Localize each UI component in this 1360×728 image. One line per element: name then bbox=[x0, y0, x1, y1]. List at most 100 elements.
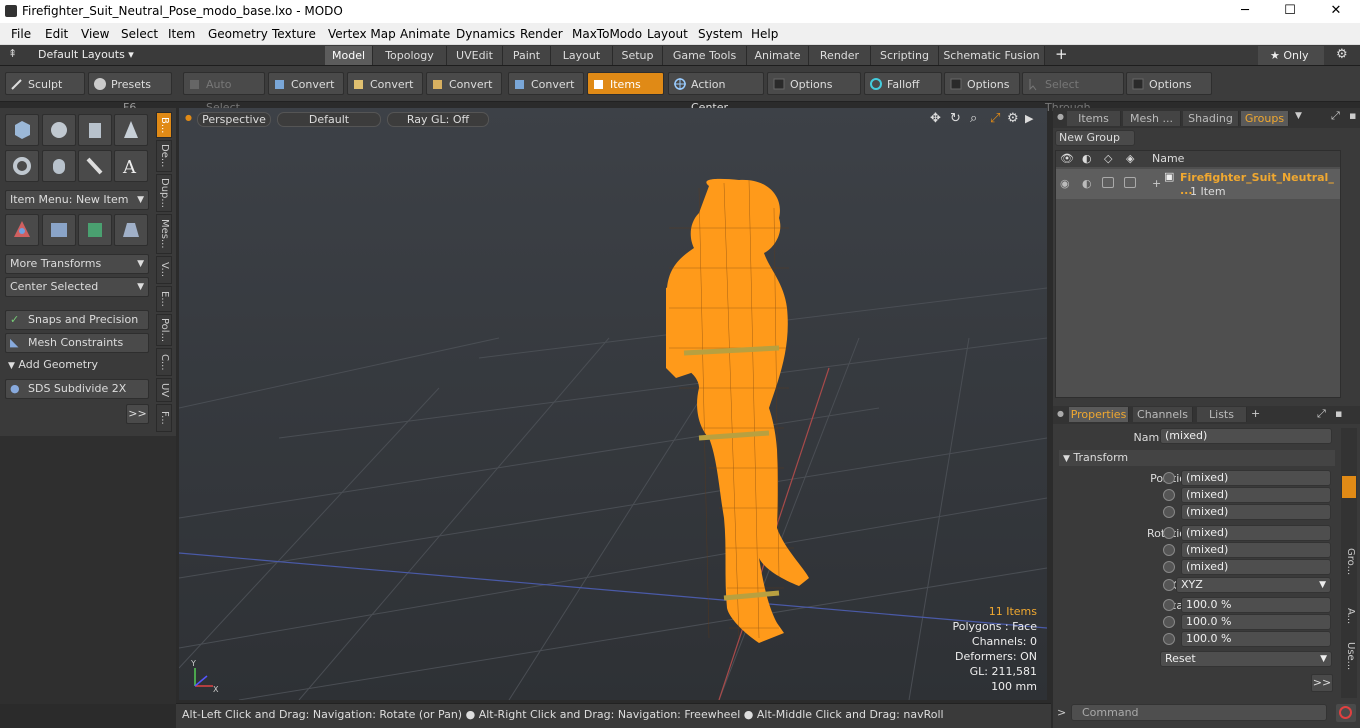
menu-maxtomodo[interactable]: MaxToModo bbox=[572, 27, 642, 41]
position-y-field[interactable]: (mixed) bbox=[1181, 487, 1331, 503]
text-tool-button[interactable]: A bbox=[114, 150, 148, 182]
lock-checkbox[interactable] bbox=[1102, 177, 1114, 188]
plane-tool-button[interactable] bbox=[114, 214, 148, 246]
maximize-panel-icon[interactable]: ⤢ bbox=[1331, 109, 1340, 123]
more-tools-button[interactable]: >> bbox=[126, 404, 149, 424]
add-tab-icon[interactable]: + bbox=[1251, 407, 1260, 420]
shading-default-dropdown[interactable]: Default bbox=[277, 112, 381, 127]
presets-button[interactable]: Presets F6 bbox=[88, 72, 172, 114]
panel-dot-icon[interactable]: ● bbox=[1057, 409, 1064, 418]
tab-schematic-fusion[interactable]: Schematic Fusion bbox=[939, 46, 1045, 65]
tab-mesh[interactable]: Mesh ... bbox=[1123, 111, 1181, 126]
tab-uvedit[interactable]: UVEdit bbox=[447, 46, 503, 65]
tab-layout[interactable]: Layout bbox=[551, 46, 613, 65]
select-col-icon[interactable]: ◈ bbox=[1126, 152, 1134, 165]
vtab-deform[interactable]: De... bbox=[156, 140, 172, 172]
tab-groups[interactable]: Groups bbox=[1241, 111, 1289, 126]
tab-setup[interactable]: Setup bbox=[613, 46, 663, 65]
tab-shading[interactable]: Shading bbox=[1183, 111, 1239, 126]
rotation-y-field[interactable]: (mixed) bbox=[1181, 542, 1331, 558]
cone-primitive-button[interactable] bbox=[114, 114, 148, 146]
options-button-1[interactable]: Options bbox=[767, 72, 861, 95]
side-tab-active[interactable] bbox=[1342, 476, 1356, 498]
menu-vertex-map[interactable]: Vertex Map bbox=[328, 27, 396, 41]
menu-layout[interactable]: Layout bbox=[647, 27, 688, 41]
menu-item[interactable]: Item bbox=[168, 27, 195, 41]
vtab-uv[interactable]: UV bbox=[156, 378, 172, 402]
menu-help[interactable]: Help bbox=[751, 27, 778, 41]
lock-col-icon[interactable]: ◇ bbox=[1104, 152, 1112, 165]
mesh-constraints-button[interactable]: ◣ Mesh Constraints bbox=[5, 333, 149, 353]
reset-dropdown[interactable]: Reset ▼ bbox=[1160, 651, 1332, 667]
viewport-menu-dot-icon[interactable]: ● bbox=[185, 113, 192, 122]
vtab-duplicate[interactable]: Dup... bbox=[156, 174, 172, 212]
close-button[interactable]: ✕ bbox=[1313, 0, 1359, 23]
tab-paint[interactable]: Paint bbox=[503, 46, 551, 65]
tab-game-tools[interactable]: Game Tools bbox=[663, 46, 747, 65]
add-tab-icon[interactable]: + bbox=[1055, 45, 1068, 63]
auto-select-button[interactable]: Auto Select bbox=[183, 72, 265, 114]
side-tab-user[interactable]: Use... bbox=[1342, 642, 1356, 682]
menu-animate[interactable]: Animate bbox=[400, 27, 450, 41]
menu-geometry[interactable]: Geometry bbox=[208, 27, 268, 41]
tab-properties[interactable]: Properties bbox=[1069, 407, 1129, 422]
vtab-mesh-edit[interactable]: Mes... bbox=[156, 214, 172, 254]
only-toggle[interactable]: ★ Only bbox=[1258, 46, 1324, 65]
falloff-button[interactable]: Falloff bbox=[864, 72, 942, 95]
scale-x-field[interactable]: 100.0 % bbox=[1181, 597, 1331, 613]
options-button-2[interactable]: Options bbox=[944, 72, 1020, 95]
select-checkbox[interactable] bbox=[1124, 177, 1136, 188]
convert-button-2[interactable]: Convert bbox=[347, 72, 423, 95]
menu-system[interactable]: System bbox=[698, 27, 743, 41]
pan-icon[interactable]: ✥ bbox=[930, 111, 941, 126]
order-dropdown[interactable]: XYZ ▼ bbox=[1176, 577, 1331, 593]
expand-icon[interactable]: + bbox=[1152, 177, 1161, 190]
expand-arrow-icon[interactable]: ▶ bbox=[1025, 112, 1033, 125]
options-button-3[interactable]: Options bbox=[1126, 72, 1212, 95]
tab-menu-icon[interactable]: ▼ bbox=[1295, 111, 1302, 121]
menu-dynamics[interactable]: Dynamics bbox=[456, 27, 515, 41]
position-z-field[interactable]: (mixed) bbox=[1181, 504, 1331, 520]
maximize-button[interactable]: ☐ bbox=[1267, 0, 1313, 23]
snaps-precision-button[interactable]: ✓ Snaps and Precision bbox=[5, 310, 149, 330]
command-input[interactable]: Command bbox=[1071, 704, 1327, 721]
side-tab-groups[interactable]: Gro... bbox=[1342, 548, 1356, 588]
order-keyframe[interactable] bbox=[1163, 579, 1175, 591]
panel-options-icon[interactable]: ▪ bbox=[1349, 109, 1356, 122]
gear-icon[interactable]: ⚙ bbox=[1336, 47, 1348, 62]
more-transforms-dropdown[interactable]: More Transforms ▼ bbox=[5, 254, 149, 274]
sphere-primitive-button[interactable] bbox=[42, 114, 76, 146]
menu-file[interactable]: File bbox=[11, 27, 31, 41]
more-properties-button[interactable]: >> bbox=[1311, 674, 1333, 692]
scale-y-field[interactable]: 100.0 % bbox=[1181, 614, 1331, 630]
command-history-button[interactable] bbox=[1336, 704, 1356, 722]
tab-scripting[interactable]: Scripting bbox=[871, 46, 939, 65]
rotate-icon[interactable]: ↻ bbox=[950, 111, 961, 126]
tab-channels[interactable]: Channels bbox=[1133, 407, 1193, 422]
convert-button-1[interactable]: Convert bbox=[268, 72, 344, 95]
zoom-icon[interactable]: ⌕ bbox=[970, 111, 977, 126]
render-toggle-icon[interactable]: ◐ bbox=[1082, 177, 1092, 190]
tab-items[interactable]: Items bbox=[1067, 111, 1121, 126]
transform-tool-button[interactable] bbox=[5, 214, 39, 246]
panel-dot-icon[interactable]: ● bbox=[1057, 112, 1064, 121]
vtab-curve[interactable]: C... bbox=[156, 348, 172, 376]
panel-options-icon[interactable]: ▪ bbox=[1335, 407, 1342, 420]
group-row[interactable]: ◉ ◐ + ▣ Firefighter_Suit_Neutral_ ... 1 … bbox=[1056, 169, 1340, 199]
cube-primitive-button[interactable] bbox=[5, 114, 39, 146]
maximize-panel-icon[interactable]: ⤢ bbox=[1317, 407, 1326, 421]
vtab-vertex[interactable]: V... bbox=[156, 256, 172, 284]
sds-subdivide-button[interactable]: ● SDS Subdivide 2X bbox=[5, 379, 149, 399]
tab-model[interactable]: Model bbox=[325, 46, 373, 65]
rotation-z-field[interactable]: (mixed) bbox=[1181, 559, 1331, 575]
capsule-primitive-button[interactable] bbox=[42, 150, 76, 182]
visibility-col-icon[interactable]: 👁 bbox=[1060, 152, 1074, 165]
tab-lists[interactable]: Lists bbox=[1197, 407, 1247, 422]
3d-viewport[interactable]: Y X ● Perspective Default Ray GL: Off ✥ … bbox=[179, 108, 1047, 700]
menu-view[interactable]: View bbox=[81, 27, 109, 41]
position-z-keyframe[interactable] bbox=[1163, 506, 1175, 518]
scale-z-field[interactable]: 100.0 % bbox=[1181, 631, 1331, 647]
item-menu-dropdown[interactable]: Item Menu: New Item ▼ bbox=[5, 190, 149, 210]
pen-tool-button[interactable] bbox=[78, 150, 112, 182]
perspective-dropdown[interactable]: Perspective bbox=[197, 112, 271, 127]
